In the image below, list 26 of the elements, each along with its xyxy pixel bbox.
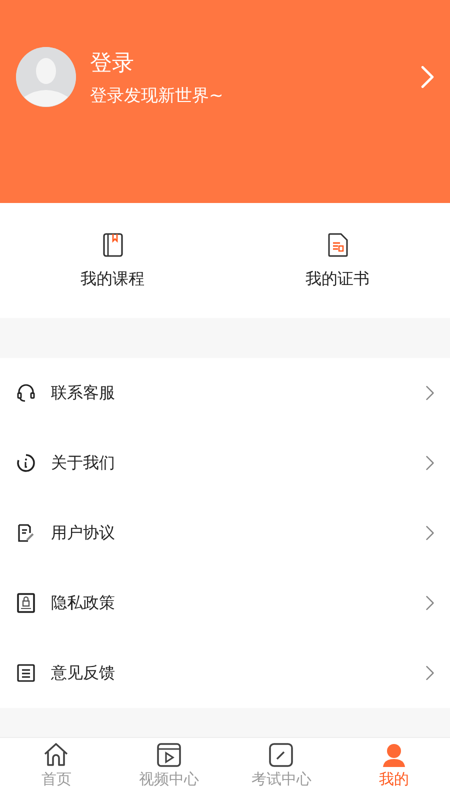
avatar-icon[interactable]: [16, 47, 76, 107]
login-subtitle: 登录发现新世界~: [90, 84, 224, 106]
certificate-icon: [328, 233, 348, 257]
person-icon: [380, 742, 407, 768]
menu-item[interactable]: 用户协议: [51, 522, 426, 544]
edit-icon: [268, 742, 294, 768]
book-icon: [102, 233, 122, 257]
lock-document-icon: [16, 593, 36, 613]
menu-item[interactable]: 联系客服: [51, 382, 426, 404]
chevron-icon: [426, 595, 434, 611]
home-icon: [43, 742, 70, 768]
chevron-icon: [426, 525, 434, 541]
document-pen-icon: [16, 523, 36, 543]
info-icon: [16, 453, 36, 473]
clipboard-icon: [16, 663, 36, 683]
chevron-icon: [426, 665, 434, 681]
chevron-icon: [426, 385, 434, 401]
menu-item[interactable]: 隐私政策: [51, 592, 426, 614]
video-icon: [156, 742, 182, 768]
shortcut-label[interactable]: 我的证书: [306, 269, 370, 290]
menu-item[interactable]: 关于我们: [51, 452, 426, 474]
chevron-icon: [426, 455, 434, 471]
headset-icon: [16, 383, 36, 403]
shortcut-label[interactable]: 我的课程: [80, 269, 144, 290]
chevron-icon: [421, 66, 434, 88]
menu-item[interactable]: 意见反馈: [51, 662, 426, 684]
